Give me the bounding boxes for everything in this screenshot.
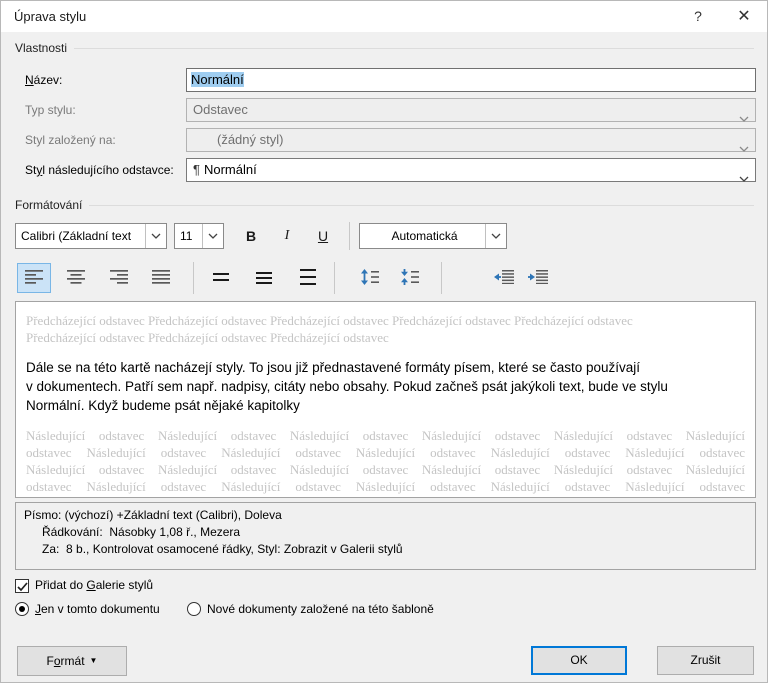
only-this-document-radio[interactable] [15,602,29,616]
formatting-section-label: Formátování [15,198,82,212]
new-documents-radio[interactable] [187,602,201,616]
next-style-select[interactable]: ¶Normální [186,158,756,182]
align-left-button[interactable] [17,263,51,293]
modify-style-dialog: Úprava stylu ? ✕ Vlastnosti Název: Normá… [0,0,768,683]
decrease-paragraph-spacing-button[interactable] [393,263,427,293]
align-right-icon [110,270,128,287]
chevron-down-icon [739,137,749,159]
align-center-icon [67,270,85,287]
dropdown-arrow-icon: ▼ [90,656,98,665]
align-right-button[interactable] [102,263,136,293]
underline-button[interactable]: U [307,223,339,249]
toolbar-divider [334,262,335,294]
name-label: Název: [25,68,62,92]
properties-section-header: Vlastnosti [15,41,754,55]
chevron-down-icon[interactable] [485,224,506,248]
style-preview-pane: Předcházející odstavec Předcházející ods… [15,301,756,498]
increase-indent-icon [528,270,548,287]
increase-paragraph-spacing-icon [360,269,380,288]
font-color-select[interactable]: Automatická [359,223,507,249]
align-left-icon [25,270,43,287]
new-documents-label[interactable]: Nové dokumenty založené na této šabloně [207,602,434,616]
line-spacing-single-icon [213,270,229,287]
line-spacing-double-icon [300,269,316,288]
section-divider [89,205,754,206]
format-menu-button[interactable]: Formát▼ [17,646,127,676]
checkmark-icon [16,581,29,593]
add-to-gallery-label[interactable]: Přidat do Galerie stylů [35,578,153,592]
toolbar-divider [193,262,194,294]
based-on-select: (žádný styl) [186,128,756,152]
line-spacing-1-5-button[interactable] [247,263,281,293]
style-name-input[interactable]: Normální [186,68,756,92]
decrease-indent-icon [494,270,514,287]
description-line: Řádkování: Násobky 1,08 ř., Mezera [24,524,747,541]
formatting-section-header: Formátování [15,198,754,212]
radio-dot [19,606,25,612]
chevron-down-icon [739,107,749,129]
align-center-button[interactable] [59,263,93,293]
chevron-down-icon[interactable] [145,224,166,248]
add-to-gallery-checkbox[interactable] [15,579,29,593]
font-name-select[interactable]: Calibri (Základní text [15,223,167,249]
style-type-select: Odstavec [186,98,756,122]
next-style-label: Styl následujícího odstavce: [25,158,174,182]
style-description: Písmo: (výchozí) +Základní text (Calibri… [15,502,756,570]
italic-button[interactable]: I [271,223,303,249]
title-bar: Úprava stylu ? ✕ [1,1,767,32]
chevron-down-icon[interactable] [202,224,223,248]
close-icon[interactable]: ✕ [727,1,761,32]
pilcrow-icon: ¶ [193,162,200,177]
chevron-down-icon [739,167,749,189]
section-divider [74,48,754,49]
toolbar-divider [349,222,350,250]
following-paragraph-text: Následující odstavec Následující odstave… [26,427,745,495]
increase-paragraph-spacing-button[interactable] [353,263,387,293]
style-type-label: Typ stylu: [25,98,76,122]
help-icon[interactable]: ? [681,1,715,32]
line-spacing-single-button[interactable] [204,263,238,293]
ok-button[interactable]: OK [531,646,627,675]
align-justify-button[interactable] [144,263,178,293]
align-justify-icon [152,270,170,287]
only-this-document-label[interactable]: Jen v tomto dokumentu [35,602,160,616]
line-spacing-1-5-icon [256,270,272,287]
decrease-paragraph-spacing-icon [400,269,420,288]
description-line: Za: 8 b., Kontrolovat osamocené řádky, S… [24,541,747,558]
cancel-button[interactable]: Zrušit [657,646,754,675]
bold-button[interactable]: B [235,223,267,249]
previous-paragraph-text: Předcházející odstavec Předcházející ods… [26,312,745,346]
font-size-select[interactable]: 11 [174,223,224,249]
line-spacing-double-button[interactable] [291,263,325,293]
dialog-title: Úprava stylu [14,1,86,32]
decrease-indent-button[interactable] [487,263,521,293]
based-on-label: Styl založený na: [25,128,116,152]
increase-indent-button[interactable] [521,263,555,293]
selected-text: Normální [191,72,244,87]
properties-section-label: Vlastnosti [15,41,67,55]
sample-paragraph-text: Dále se na této kartě nacházejí styly. T… [26,358,745,415]
toolbar-divider [441,262,442,294]
description-line: Písmo: (výchozí) +Základní text (Calibri… [24,507,747,524]
